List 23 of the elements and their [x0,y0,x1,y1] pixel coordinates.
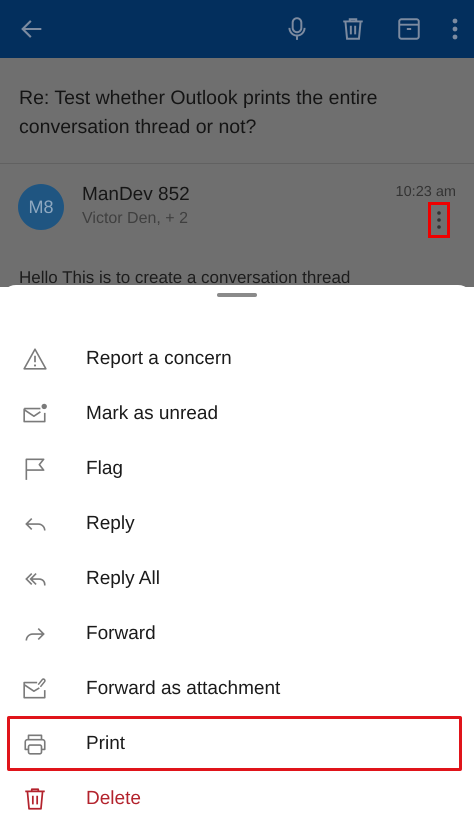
time: 10:23 am [396,184,456,200]
menu-item[interactable]: Reply [7,496,462,551]
menu-item[interactable]: Mark as unread [7,386,462,441]
more-icon [437,210,441,230]
more-button[interactable] [452,18,458,40]
drag-handle[interactable] [217,293,257,297]
menu-item[interactable]: Forward [7,606,462,661]
avatar: M8 [18,184,64,230]
archive-icon [396,16,422,42]
email-subject: Re: Test whether Outlook prints the entire conversation thread or not? [0,58,474,164]
menu-item[interactable]: Print [7,716,462,771]
message-body: Hello This is to create a conversation thread [18,267,352,287]
more-icon [452,18,458,40]
menu-item[interactable]: Flag [7,441,462,496]
menu-item[interactable]: Report a concern [7,331,462,386]
envelope-clip-icon [22,676,48,702]
menu-item[interactable]: Forward as attachment [7,661,462,716]
message-more-button[interactable] [428,202,450,238]
warning-icon [22,346,48,372]
archive-button[interactable] [396,16,422,42]
menu-item[interactable]: Delete [7,771,462,826]
menu-item[interactable]: Reply All [7,551,462,606]
sender-name: ManDev 852 [82,184,191,206]
